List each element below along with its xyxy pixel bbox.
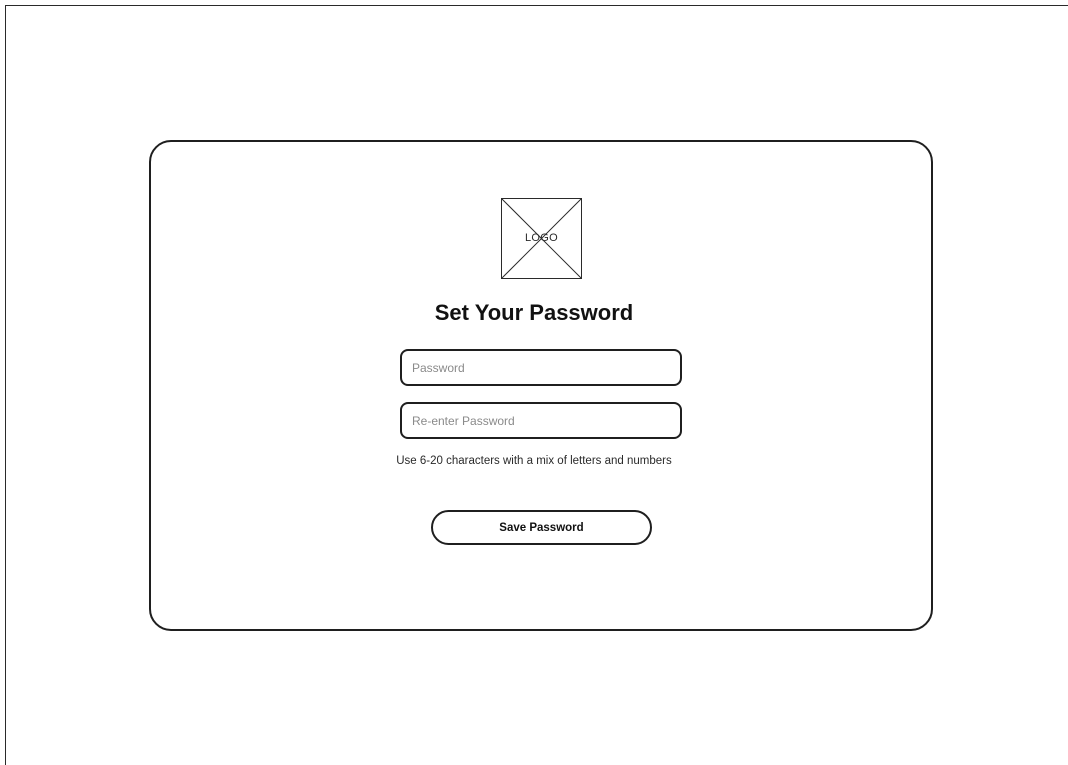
logo-label: LOGO — [525, 232, 558, 244]
password-field[interactable] — [400, 349, 682, 386]
password-hint: Use 6-20 characters with a mix of letter… — [396, 455, 672, 467]
logo-placeholder: LOGO — [501, 198, 582, 279]
reenter-password-field[interactable] — [400, 402, 682, 439]
page-title: Set Your Password — [434, 300, 634, 325]
save-password-button[interactable]: Save Password — [431, 510, 652, 545]
